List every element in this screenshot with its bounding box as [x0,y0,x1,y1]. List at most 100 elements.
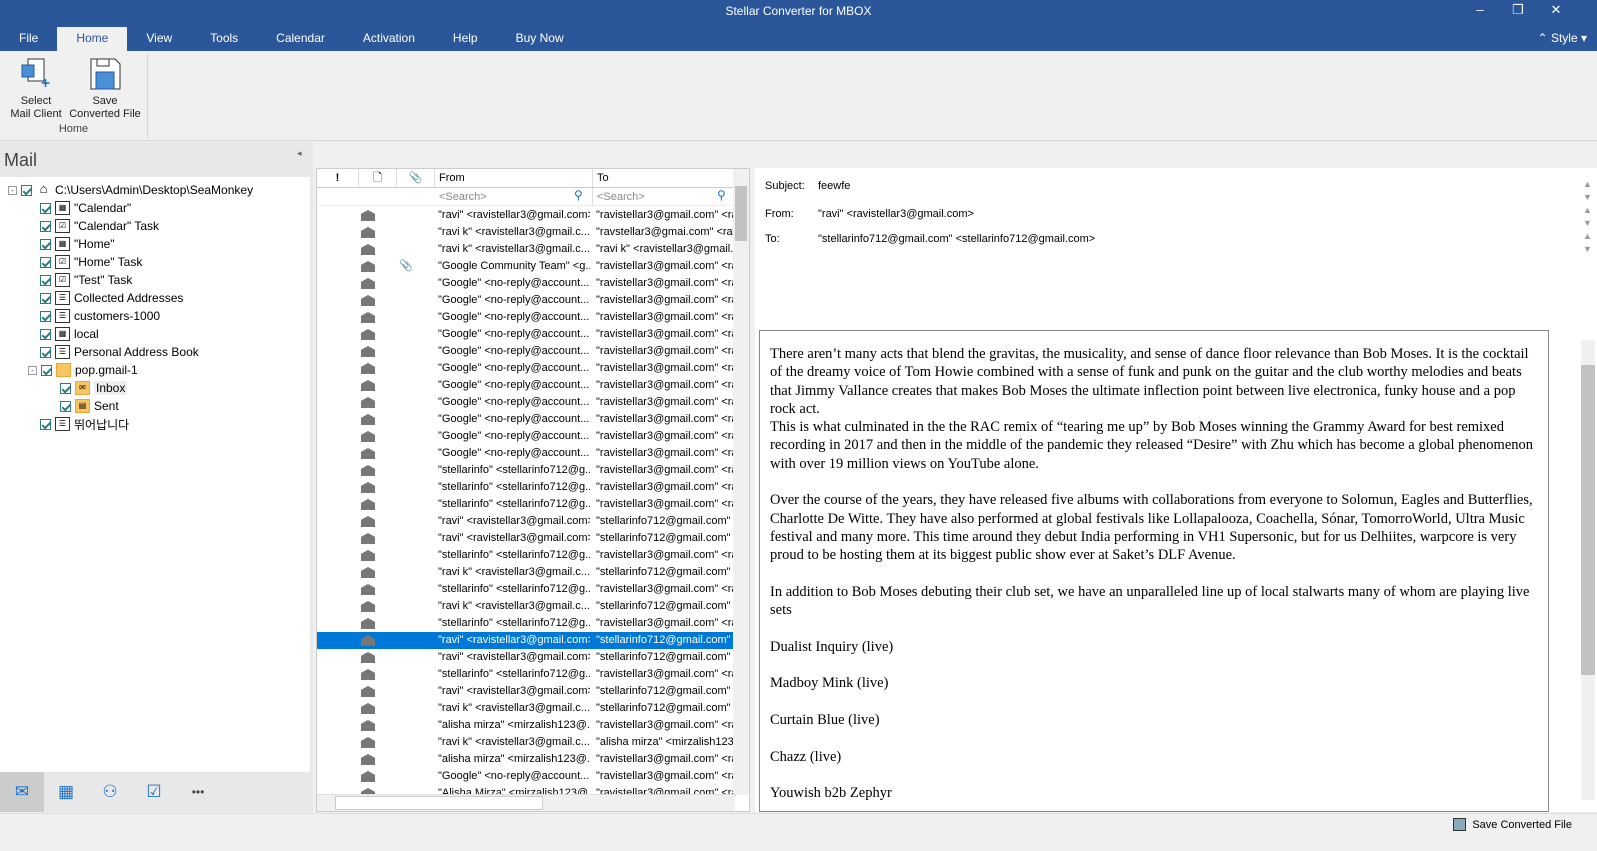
email-row[interactable]: "ravi k" <ravistellar3@gmail.c... "ravste… [317,224,736,241]
checkbox[interactable] [40,202,51,214]
tree-item[interactable]: ☑ "Calendar" Task [40,217,159,235]
calendar-icon[interactable]: ▦ [44,772,88,812]
close-button[interactable]: ✕ [1541,2,1571,18]
email-row[interactable]: "Google" <no-reply@account... "ravistella… [317,394,736,411]
email-row[interactable]: "ravi k" <ravistellar3@gmail.c... "alisha… [317,734,736,751]
email-row[interactable]: "ravi" <ravistellar3@gmail.com> "stellari… [317,513,736,530]
email-row[interactable]: "ravi" <ravistellar3@gmail.com> "stellari… [317,632,736,649]
tree-item[interactable]: ☑ "Test" Task [40,271,132,289]
importance-column[interactable]: ! [317,169,359,187]
email-row[interactable]: "Google" <no-reply@account... "ravistella… [317,411,736,428]
mail-icon[interactable]: ✉ [0,772,44,812]
tree-item[interactable]: ☰ Personal Address Book [40,343,199,361]
email-row[interactable]: "Google" <no-reply@account... "ravistella… [317,768,736,785]
from-column[interactable]: From [435,169,593,187]
tab-help[interactable]: Help [434,27,497,51]
collapse-pane-icon[interactable]: ◂ [297,148,302,159]
email-row[interactable]: "stellarinfo" <stellarinfo712@g... "ravis… [317,581,736,598]
email-from: "stellarinfo" <stellarinfo712@g... [438,481,590,493]
select-mail-client-button[interactable]: Select Mail Client [6,57,66,121]
list-vertical-scrollbar[interactable] [733,169,749,795]
email-row[interactable]: "stellarinfo" <stellarinfo712@g... "ravis… [317,462,736,479]
type-column[interactable]: 🗋 [359,169,397,187]
collapse-ribbon-icon[interactable]: ⌃ [1538,31,1551,45]
tab-calendar[interactable]: Calendar [257,27,344,51]
email-row[interactable]: "Google" <no-reply@account... "ravistella… [317,326,736,343]
checkbox[interactable] [40,346,51,358]
style-menu[interactable]: ⌃ Style ▾ [1538,31,1587,45]
minimize-button[interactable]: – [1465,2,1495,17]
checkbox[interactable] [21,184,32,196]
checkbox[interactable] [60,400,71,412]
tree-item[interactable]: ☰ 뛰어납니다 [40,415,129,433]
email-row[interactable]: "stellarinfo" <stellarinfo712@g... "ravis… [317,496,736,513]
email-row[interactable]: "stellarinfo" <stellarinfo712@g... "ravis… [317,666,736,683]
email-row[interactable]: "Google" <no-reply@account... "ravistella… [317,445,736,462]
email-row[interactable]: "stellarinfo" <stellarinfo712@g... "ravis… [317,479,736,496]
email-row[interactable]: "alisha mirza" <mirzalish123@... "raviste… [317,751,736,768]
checkbox[interactable] [40,256,51,268]
checkbox[interactable] [40,292,51,304]
tab-file[interactable]: File [0,27,57,51]
tree-item[interactable]: ☰ Collected Addresses [40,289,183,307]
tab-home[interactable]: Home [57,27,128,51]
tree-item[interactable]: ☑ "Home" Task [40,253,142,271]
tree-item[interactable]: ▦ "Home" [40,235,115,253]
email-row[interactable]: "ravi" <ravistellar3@gmail.com> "stellari… [317,649,736,666]
tasks-icon[interactable]: ☑ [132,772,176,812]
to-column[interactable]: To [593,169,737,187]
tree-item[interactable]: ▤ Sent [60,397,119,415]
email-row[interactable]: "Google" <no-reply@account... "ravistella… [317,275,736,292]
checkbox[interactable] [40,418,51,430]
checkbox[interactable] [40,220,51,232]
header-scroll-buttons[interactable]: ▲ ▼ ▲ ▼ ▲ ▼ [1583,178,1595,256]
checkbox[interactable] [40,310,51,322]
tab-buy-now[interactable]: Buy Now [497,27,583,51]
list-horizontal-scrollbar[interactable] [317,794,735,811]
tab-tools[interactable]: Tools [191,27,257,51]
email-row[interactable]: "ravi k" <ravistellar3@gmail.c... "stella… [317,700,736,717]
email-row[interactable]: "ravi" <ravistellar3@gmail.com> "stellari… [317,683,736,700]
save-converted-file-button[interactable]: Save Converted File [67,57,143,121]
checkbox[interactable] [60,382,71,394]
search-icon[interactable]: ⚲ [717,188,726,202]
attachment-column[interactable]: 📎 [397,169,435,187]
from-search-input[interactable]: <Search> [435,188,593,205]
more-icon[interactable]: ••• [176,772,220,812]
to-search-input[interactable]: <Search> [593,188,737,205]
tab-activation[interactable]: Activation [344,27,434,51]
email-row[interactable]: "ravi k" <ravistellar3@gmail.c... "stella… [317,598,736,615]
status-save-button[interactable]: Save Converted File [1453,818,1572,831]
tab-view[interactable]: View [127,27,191,51]
checkbox[interactable] [40,328,51,340]
email-row[interactable]: "Google" <no-reply@account... "ravistella… [317,343,736,360]
checkbox[interactable] [40,274,51,286]
email-row[interactable]: 📎 "Google Community Team" <g... "ravistell… [317,258,736,275]
body-scrollbar[interactable] [1581,340,1595,800]
tree-item[interactable]: ▦ local [40,325,99,343]
email-row[interactable]: "ravi" <ravistellar3@gmail.com> "stellari… [317,530,736,547]
checkbox[interactable] [41,364,52,376]
email-row[interactable]: "Google" <no-reply@account... "ravistella… [317,292,736,309]
email-row[interactable]: "stellarinfo" <stellarinfo712@g... "ravis… [317,547,736,564]
tree-item[interactable]: ☰ customers-1000 [40,307,160,325]
email-row[interactable]: "ravi" <ravistellar3@gmail.com> "ravistel… [317,207,736,224]
collapse-icon[interactable]: - [8,185,17,195]
email-row[interactable]: "ravi k" <ravistellar3@gmail.c... "ravi k… [317,241,736,258]
email-row[interactable]: "alisha mirza" <mirzalish123@... "raviste… [317,717,736,734]
tree-item[interactable]: - pop.gmail-1 [28,361,138,379]
email-row[interactable]: "Google" <no-reply@account... "ravistella… [317,428,736,445]
collapse-icon[interactable]: - [28,365,37,375]
tree-item[interactable]: ✉ Inbox [60,379,128,397]
tree-item[interactable]: ▦ "Calendar" [40,199,131,217]
restore-button[interactable]: ❐ [1503,2,1533,18]
email-row[interactable]: "ravi k" <ravistellar3@gmail.c... "stella… [317,564,736,581]
contacts-icon[interactable]: ⚇ [88,772,132,812]
email-row[interactable]: "stellarinfo" <stellarinfo712@g... "ravis… [317,615,736,632]
search-icon[interactable]: ⚲ [574,188,583,202]
checkbox[interactable] [40,238,51,250]
tree-item[interactable]: - ⌂ C:\Users\Admin\Desktop\SeaMonkey [8,181,253,199]
email-row[interactable]: "Google" <no-reply@account... "ravistella… [317,377,736,394]
email-row[interactable]: "Google" <no-reply@account... "ravistella… [317,309,736,326]
email-row[interactable]: "Google" <no-reply@account... "ravistella… [317,360,736,377]
